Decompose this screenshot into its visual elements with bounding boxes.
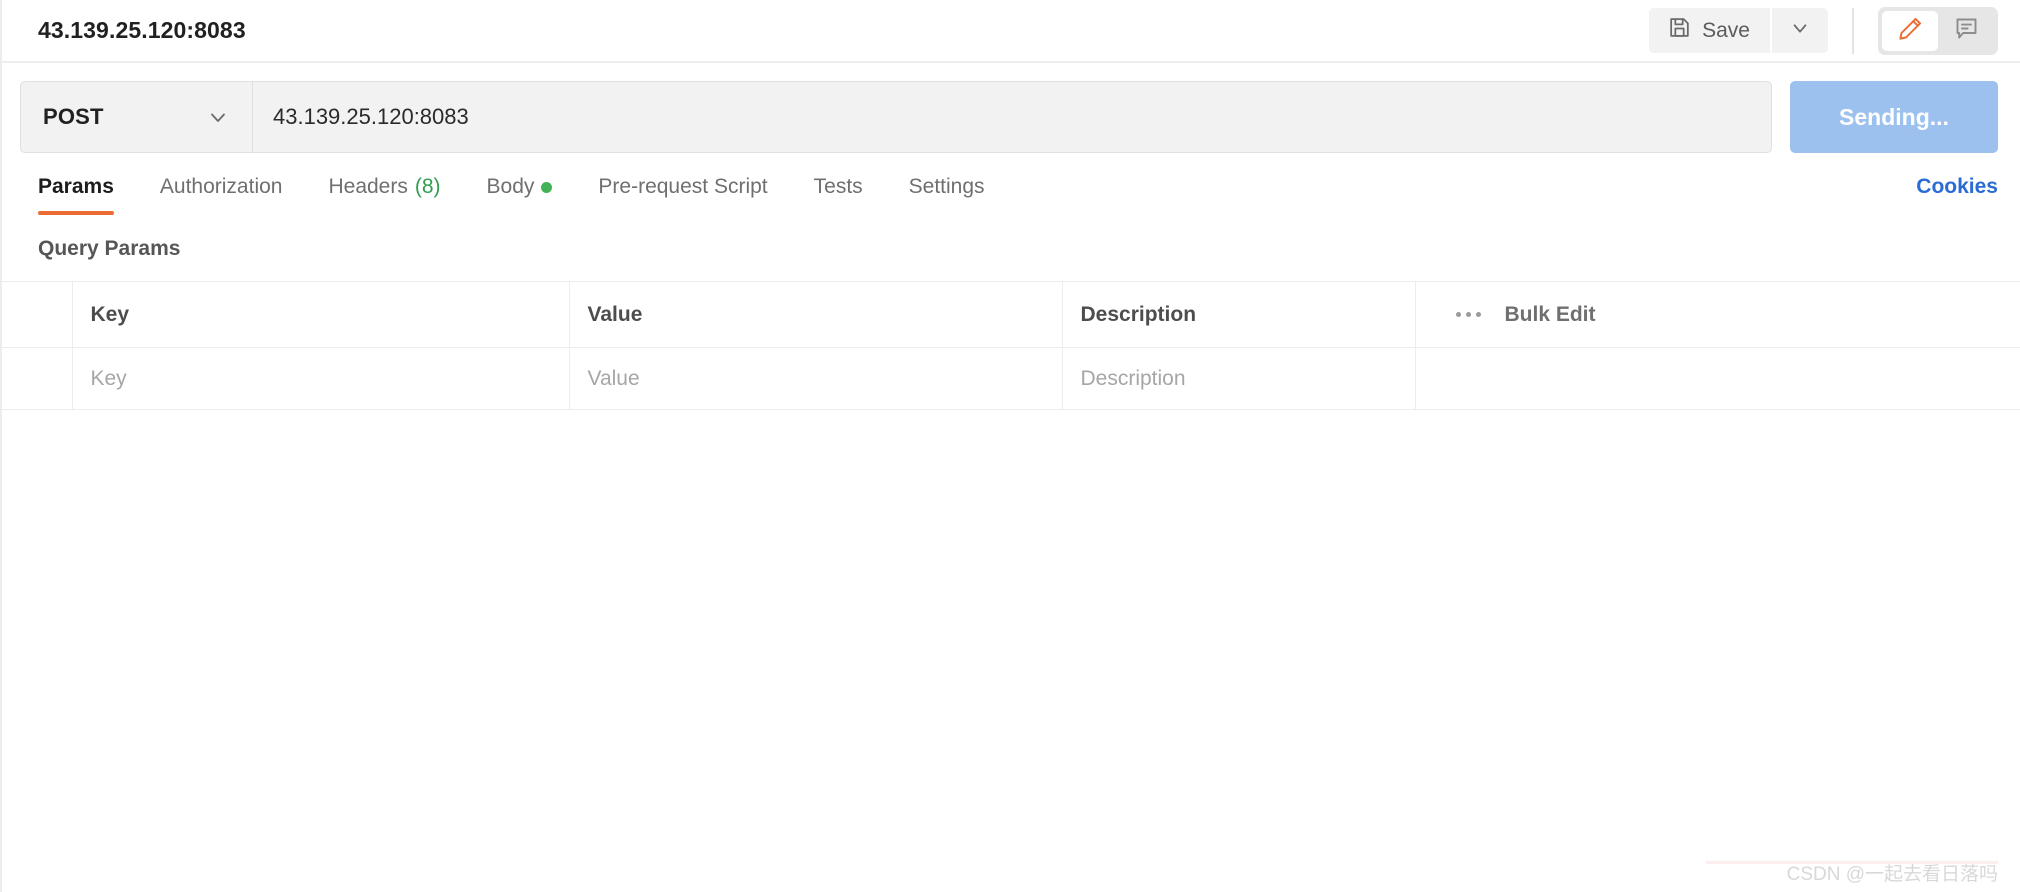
tab-body[interactable]: Body <box>487 175 553 215</box>
save-button[interactable]: Save <box>1649 8 1770 53</box>
method-select-value: POST <box>43 104 104 129</box>
query-params-table: Key Value Description Bulk Edit Key Valu… <box>2 281 2020 410</box>
header-bulk-edit-cell: Bulk Edit <box>1415 281 2020 348</box>
tab-tests[interactable]: Tests <box>814 175 863 215</box>
tab-settings[interactable]: Settings <box>909 175 985 215</box>
chevron-down-icon <box>206 105 230 129</box>
query-params-heading: Query Params <box>38 237 181 260</box>
tab-authorization-label: Authorization <box>159 175 283 198</box>
send-button[interactable]: Sending... <box>1790 81 1998 153</box>
row-trailing-cell <box>1415 347 2020 410</box>
method-select[interactable]: POST <box>20 81 252 153</box>
row-checkbox[interactable] <box>2 347 73 410</box>
cookies-link[interactable]: Cookies <box>1916 175 1998 215</box>
save-options-button[interactable] <box>1772 8 1828 53</box>
tab-authorization[interactable]: Authorization <box>160 175 283 215</box>
save-button-group: Save <box>1649 8 1828 53</box>
body-modified-dot-icon <box>541 181 553 193</box>
tab-params-label: Params <box>38 175 114 198</box>
header-value: Value <box>569 281 1063 348</box>
tab-headers[interactable]: Headers (8) <box>328 175 440 215</box>
edit-mode-button[interactable] <box>1882 10 1938 51</box>
save-button-label: Save <box>1702 18 1750 42</box>
watermark-text: CSDN @一起去看日落吗 <box>1786 864 1998 885</box>
request-tabs: Params Authorization Headers (8) Body Pr… <box>2 153 2020 215</box>
tab-headers-label: Headers <box>328 175 408 198</box>
comment-button[interactable] <box>1938 11 1994 51</box>
toolbar-divider <box>1852 7 1854 54</box>
url-input-value: 43.139.25.120:8083 <box>273 104 469 129</box>
url-input[interactable]: 43.139.25.120:8083 <box>252 81 1772 153</box>
header-description: Description <box>1062 281 1416 348</box>
tab-tests-label: Tests <box>813 175 863 198</box>
header-key: Key <box>72 281 570 348</box>
tab-settings-label: Settings <box>908 175 985 198</box>
tab-body-label: Body <box>486 175 535 198</box>
comment-icon <box>1953 15 1980 47</box>
row-key-input[interactable]: Key <box>72 347 570 410</box>
ellipsis-icon[interactable] <box>1455 312 1481 317</box>
page-title: 43.139.25.120:8083 <box>38 17 246 43</box>
tab-pre-request-script[interactable]: Pre-request Script <box>598 175 767 215</box>
tab-headers-count: (8) <box>414 175 441 198</box>
view-mode-toggle <box>1878 6 1998 55</box>
url-bar: POST 43.139.25.120:8083 Sending... <box>2 63 2020 153</box>
header-checkbox-cell <box>2 281 73 348</box>
request-pane: 43.139.25.120:8083 Save POST 43.139.25.1… <box>0 0 2020 892</box>
floppy-disk-icon <box>1667 15 1692 46</box>
table-header-row: Key Value Description Bulk Edit <box>2 281 2020 348</box>
row-value-input[interactable]: Value <box>569 347 1063 410</box>
chevron-down-icon <box>1789 17 1811 44</box>
request-titlebar: 43.139.25.120:8083 Save <box>2 0 2020 63</box>
bulk-edit-button[interactable]: Bulk Edit <box>1505 303 1596 327</box>
tab-pre-request-script-label: Pre-request Script <box>598 175 768 198</box>
pencil-icon <box>1897 15 1924 47</box>
table-row: Key Value Description <box>2 347 2020 410</box>
titlebar-actions: Save <box>1649 0 1998 61</box>
tab-params[interactable]: Params <box>38 175 114 215</box>
row-description-input[interactable]: Description <box>1062 347 1416 410</box>
